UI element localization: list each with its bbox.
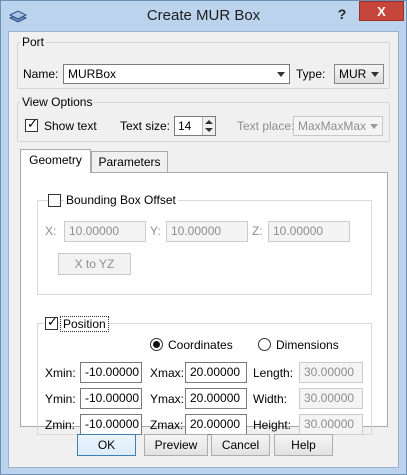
radio-selected-dot [153,341,160,348]
width-field[interactable]: 30.00000 [299,388,363,409]
ymax-label: Ymax: [150,392,185,406]
type-label: Type: [296,67,326,81]
ymax-value: 20.00000 [190,391,241,405]
y-label: Y: [150,224,161,238]
length-label: Length: [253,366,294,380]
checkmark-icon: ✓ [47,314,58,329]
text-size-spinbox[interactable]: 14 [174,116,216,136]
x-to-yz-button[interactable]: X to YZ [58,253,131,275]
spin-up-icon [205,120,213,124]
dimensions-radio[interactable] [258,338,271,351]
x-to-yz-label: X to YZ [74,257,115,271]
show-text-label: Show text [44,119,97,133]
spin-down-icon [205,128,213,132]
text-size-value: 14 [178,119,192,133]
tab-parameters-label: Parameters [98,155,161,169]
bounding-box-checkbox[interactable] [48,194,61,207]
chevron-down-icon [370,124,378,129]
ok-button[interactable]: OK [77,434,136,456]
tab-geometry[interactable]: Geometry [20,149,91,173]
y-offset-field[interactable]: 10.00000 [166,221,248,242]
coordinates-label: Coordinates [168,338,233,352]
z-offset-field[interactable]: 10.00000 [268,221,350,242]
xmax-field[interactable]: 20.00000 [185,362,247,383]
x-offset-field[interactable]: 10.00000 [64,221,146,242]
cancel-label: Cancel [221,438,260,452]
close-button[interactable]: X [359,1,404,21]
show-text-checkbox[interactable]: ✓ [25,116,38,132]
tab-parameters[interactable]: Parameters [91,151,168,173]
text-place-value: MaxMaxMax [298,119,367,133]
view-options-group: View Options ✓ Show text Text size: 14 T… [17,95,390,142]
port-group: Port Name: MURBox Type: MUR [17,35,390,89]
ymin-value: -10.00000 [85,391,140,405]
zmax-field[interactable]: 20.00000 [185,414,247,435]
help-label: Help [291,438,316,452]
position-checkbox[interactable]: ✓ [45,314,58,330]
name-combobox[interactable]: MURBox [63,64,290,84]
help-button[interactable]: Help [274,434,333,456]
height-field[interactable]: 30.00000 [299,414,363,435]
height-label: Height: [253,418,292,432]
y-offset-value: 10.00000 [171,224,222,238]
type-combobox[interactable]: MUR [334,64,384,84]
z-offset-value: 10.00000 [273,224,324,238]
view-options-title: View Options [20,95,95,109]
zmax-label: Zmax: [150,418,184,432]
preview-label: Preview [154,438,198,452]
geometry-tab-panel: Bounding Box Offset X: 10.00000 Y: 10.00… [20,172,388,435]
zmin-value: -10.00000 [85,417,140,431]
zmin-field[interactable]: -10.00000 [80,414,142,435]
position-title: Position [60,316,109,332]
bounding-box-group: Bounding Box Offset X: 10.00000 Y: 10.00… [37,193,372,295]
chevron-down-icon [371,72,379,77]
spin-buttons[interactable] [202,117,215,135]
preview-button[interactable]: Preview [144,434,208,456]
coordinates-radio[interactable] [150,338,163,351]
zmin-label: Zmin: [45,418,75,432]
text-place-combobox[interactable]: MaxMaxMax [293,116,383,136]
xmin-field[interactable]: -10.00000 [80,362,142,383]
cancel-button[interactable]: Cancel [211,434,270,456]
width-label: Width: [253,392,288,406]
zmax-value: 20.00000 [190,417,241,431]
dialog-window: Create MUR Box ? X Port Name: MURBox Typ… [0,0,407,475]
xmin-value: -10.00000 [85,365,140,379]
dialog-client: Port Name: MURBox Type: MUR View Options… [8,31,399,468]
name-value: MURBox [68,67,117,81]
chevron-down-icon [277,72,285,77]
width-value: 30.00000 [304,391,355,405]
x-offset-value: 10.00000 [69,224,120,238]
height-value: 30.00000 [304,417,355,431]
bounding-box-title: Bounding Box Offset [64,193,178,207]
ymin-field[interactable]: -10.00000 [80,388,142,409]
text-place-label: Text place: [237,119,295,133]
position-group: ✓ Position Coordinates Dimensions Xmin: … [37,315,372,435]
x-label: X: [45,224,57,238]
type-value: MUR [339,67,367,81]
checkmark-icon: ✓ [27,116,38,131]
help-icon[interactable]: ? [331,4,353,24]
length-field[interactable]: 30.00000 [299,362,363,383]
ymin-label: Ymin: [45,392,76,406]
xmax-value: 20.00000 [190,365,241,379]
name-label: Name: [23,67,59,81]
ok-label: OK [97,438,116,452]
xmin-label: Xmin: [45,366,76,380]
xmax-label: Xmax: [150,366,185,380]
text-size-label: Text size: [120,119,171,133]
tab-geometry-label: Geometry [29,153,82,167]
z-label: Z: [252,224,263,238]
title-bar[interactable]: Create MUR Box ? X [1,1,406,31]
port-group-title: Port [20,35,47,49]
dimensions-label: Dimensions [276,338,339,352]
length-value: 30.00000 [304,365,355,379]
ymax-field[interactable]: 20.00000 [185,388,247,409]
